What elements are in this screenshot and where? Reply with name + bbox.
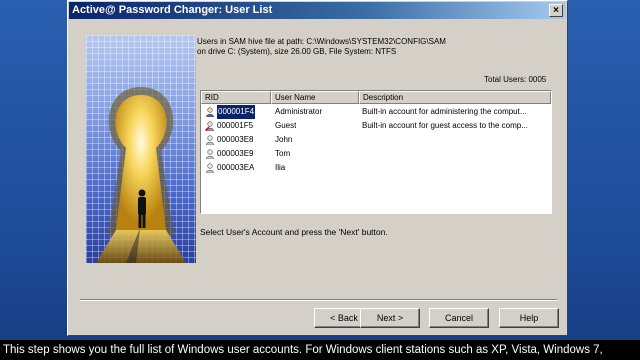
rid-cell: 000001F5: [217, 121, 254, 130]
user-list-dialog: Active@ Password Changer: User List × Us…: [67, 0, 568, 336]
keyhole-artwork: [86, 35, 196, 263]
description-cell: Built-in account for guest access to the…: [362, 121, 528, 130]
cancel-button[interactable]: Cancel: [429, 308, 489, 328]
list-header: RID User Name Description: [201, 91, 551, 104]
user-icon: [205, 149, 215, 159]
user-name-cell: Ilia: [275, 163, 286, 172]
description-cell: Built-in account for administering the c…: [362, 107, 527, 116]
table-row[interactable]: 000003E8 John: [201, 133, 551, 147]
rid-cell: 000003E8: [217, 135, 254, 144]
disabled-user-icon: [205, 121, 215, 131]
column-header-rid[interactable]: RID: [201, 91, 271, 104]
user-name-cell: Tom: [275, 149, 291, 158]
drive-info-text: on drive C: (System), size 26.00 GB, Fil…: [197, 47, 397, 56]
video-caption: This step shows you the full list of Win…: [0, 340, 640, 360]
table-row[interactable]: 000001F4 Administrator Built-in account fo…: [201, 104, 551, 120]
admin-user-icon: [205, 107, 215, 117]
rid-cell: 000001F4: [215, 104, 257, 120]
user-icon: [205, 163, 215, 173]
title-bar: Active@ Password Changer: User List ×: [69, 2, 566, 19]
table-row[interactable]: 000001F5 Guest Built-in account for guest …: [201, 119, 551, 133]
user-name-cell: John: [275, 135, 293, 144]
total-users-count: Total Users: 0005: [484, 75, 547, 84]
instruction-text: Select User's Account and press the 'Nex…: [200, 227, 388, 237]
column-header-description[interactable]: Description: [359, 91, 551, 104]
button-divider: [80, 299, 557, 301]
user-list-view[interactable]: RID User Name Description 000001F4 Admini…: [200, 90, 552, 214]
table-row[interactable]: 000003E9 Tom: [201, 147, 551, 161]
table-row[interactable]: 000003EA Ilia: [201, 161, 551, 175]
user-name-cell: Guest: [275, 121, 297, 130]
sam-path-text: Users in SAM hive file at path: C:\Windo…: [197, 37, 446, 46]
close-button[interactable]: ×: [549, 4, 563, 17]
help-button[interactable]: Help: [499, 308, 559, 328]
user-icon: [205, 135, 215, 145]
column-header-user-name[interactable]: User Name: [271, 91, 359, 104]
next-button[interactable]: Next >: [360, 308, 420, 328]
window-title: Active@ Password Changer: User List: [72, 4, 273, 16]
rid-cell: 000003EA: [217, 163, 255, 172]
user-name-cell: Administrator: [275, 107, 323, 116]
rid-cell: 000003E9: [217, 149, 254, 158]
